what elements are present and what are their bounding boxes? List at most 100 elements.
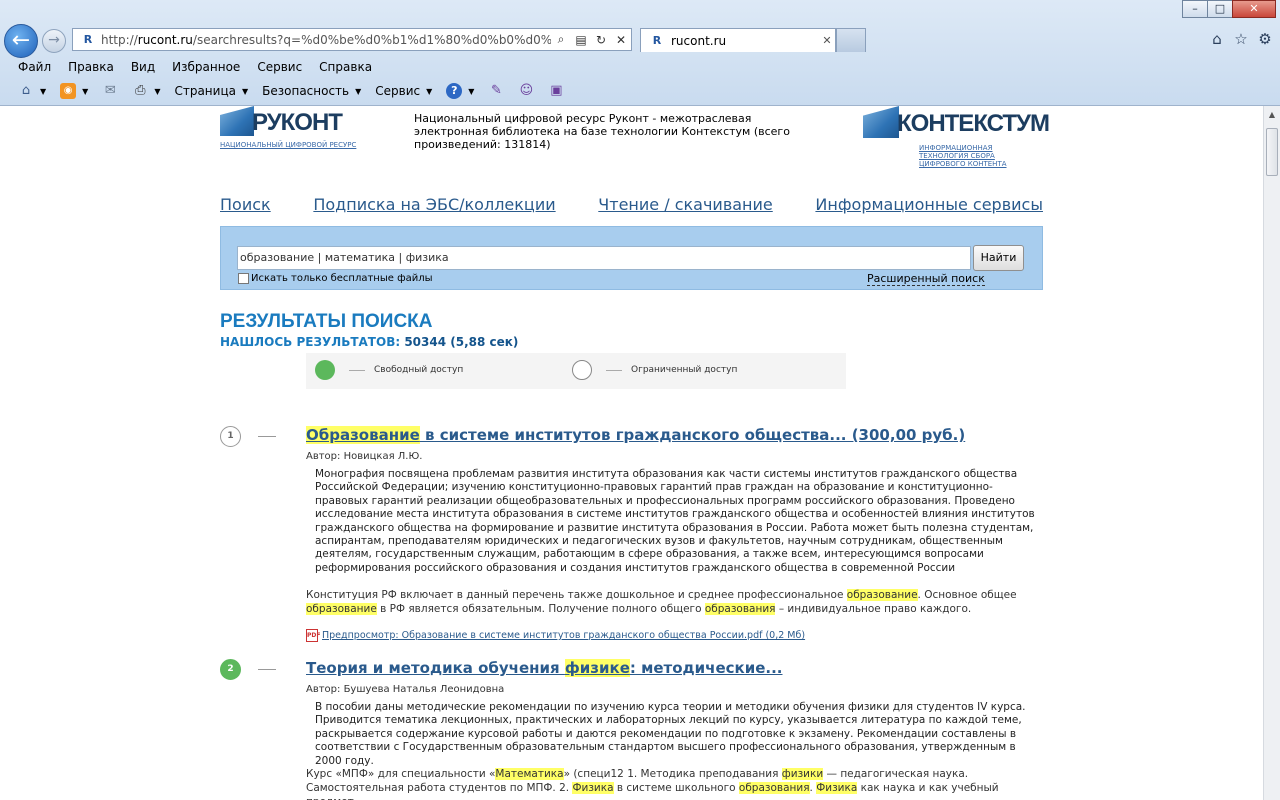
messenger-command[interactable]: ☺ <box>518 83 534 99</box>
result-title-link[interactable]: Теория и методика обучения физике: метод… <box>306 659 782 677</box>
help-command[interactable]: ? ▼ <box>446 83 474 99</box>
result-number-badge: 2 <box>220 659 241 680</box>
free-only-label: Искать только бесплатные файлы <box>251 273 433 284</box>
compat-view-icon[interactable]: ▤ <box>573 33 589 47</box>
research-icon: ✎ <box>491 83 502 98</box>
result-dash <box>258 669 276 670</box>
menu-tools[interactable]: Сервис <box>257 60 302 74</box>
free-only-checkbox[interactable] <box>238 273 249 284</box>
main-nav: Поиск Подписка на ЭБС/коллекции Чтение /… <box>220 195 1043 214</box>
new-tab-button[interactable] <box>836 28 866 52</box>
minimize-button[interactable]: – <box>1182 0 1208 18</box>
results-count-value: 50344 (5,88 сек) <box>404 335 519 349</box>
mail-icon: ✉ <box>104 83 116 98</box>
snippet-text: в системе школьного <box>613 782 739 794</box>
address-bar[interactable]: R http://rucont.ru/searchresults?q=%d0%b… <box>72 28 632 51</box>
web-page: РУКОНТ НАЦИОНАЛЬНЫЙ ЦИФРОВОЙ РЕСУРС Наци… <box>0 106 1263 800</box>
back-button[interactable]: ← <box>4 24 38 58</box>
results-count: НАШЛОСЬ РЕЗУЛЬТАТОВ: 50344 (5,88 сек) <box>220 335 518 349</box>
snippet-highlight: образования <box>738 782 810 794</box>
address-url[interactable]: http://rucont.ru/searchresults?q=%d0%be%… <box>101 33 551 47</box>
legend-restricted-label: Ограниченный доступ <box>631 365 738 375</box>
menu-edit[interactable]: Правка <box>68 60 114 74</box>
clipboard-command[interactable]: ▣ <box>548 83 564 99</box>
refresh-icon[interactable]: ↻ <box>593 33 609 47</box>
snippet-highlight: Физика <box>572 782 614 794</box>
restricted-access-dot-icon <box>572 360 592 380</box>
rucont-logo-icon <box>220 106 254 136</box>
scroll-thumb[interactable] <box>1266 128 1278 176</box>
menu-view[interactable]: Вид <box>131 60 155 74</box>
nav-search[interactable]: Поиск <box>220 195 271 214</box>
nav-info-services[interactable]: Информационные сервисы <box>815 195 1043 214</box>
vertical-scrollbar[interactable]: ▲ <box>1263 106 1280 800</box>
results-title: РЕЗУЛЬТАТЫ ПОИСКА <box>220 311 433 332</box>
result-title-link[interactable]: Образование в системе институтов граждан… <box>306 426 965 444</box>
title-highlight: Образование <box>306 426 420 444</box>
tab-close-icon[interactable]: ✕ <box>819 34 835 47</box>
snippet-highlight: Математика <box>495 768 564 780</box>
search-icon[interactable]: ⌕ <box>553 32 569 47</box>
home-command[interactable]: ⌂ ▼ <box>18 83 46 99</box>
maximize-button[interactable]: □ <box>1207 0 1233 18</box>
close-window-button[interactable]: ✕ <box>1232 0 1276 18</box>
menu-file[interactable]: Файл <box>18 60 51 74</box>
url-host: rucont.ru <box>137 32 193 47</box>
print-command[interactable]: ⎙ ▼ <box>132 83 160 99</box>
snippet-text: Конституция РФ включает в данный перечен… <box>306 589 847 601</box>
command-bar: ⌂ ▼ ◉ ▼ ✉ ⎙ ▼ Страница ▼ Безопасность ▼ Серви… <box>0 79 1280 103</box>
result-author: Автор: Новицкая Л.Ю. <box>306 451 423 462</box>
result-snippet: Конституция РФ включает в данный перечен… <box>306 588 1043 616</box>
snippet-text: » (специ12 1. Методика преподавания <box>563 768 782 780</box>
nav-reading[interactable]: Чтение / скачивание <box>598 195 772 214</box>
results-count-label: НАШЛОСЬ РЕЗУЛЬТАТОВ: <box>220 335 401 349</box>
tab-favicon-icon: R <box>652 34 662 47</box>
window-controls: – □ ✕ <box>1182 0 1276 18</box>
snippet-highlight: Физика <box>816 782 858 794</box>
url-path: /searchresults?q=%d0%be%d0%b1%d1%80%d0%b… <box>192 32 551 47</box>
tools-command[interactable]: Сервис ▼ <box>375 84 432 98</box>
nav-subscription[interactable]: Подписка на ЭБС/коллекции <box>313 195 555 214</box>
rucont-logo-subtitle[interactable]: НАЦИОНАЛЬНЫЙ ЦИФРОВОЙ РЕСУРС <box>220 141 356 149</box>
site-favicon-icon: R <box>83 32 93 46</box>
scroll-up-icon[interactable]: ▲ <box>1266 110 1278 124</box>
chevron-down-icon: ▼ <box>426 86 433 96</box>
printer-icon: ⎙ <box>135 83 146 98</box>
chevron-down-icon: ▼ <box>154 86 161 96</box>
security-command[interactable]: Безопасность ▼ <box>262 84 361 98</box>
chevron-down-icon: ▼ <box>40 86 47 96</box>
arrow-left-icon: ← <box>11 28 31 53</box>
advanced-search-link[interactable]: Расширенный поиск <box>867 273 985 286</box>
tab-rucont[interactable]: R rucont.ru ✕ <box>640 28 836 52</box>
menu-favorites[interactable]: Избранное <box>172 60 240 74</box>
contextum-logo[interactable]: КОНТЕКСТУМ ИНФОРМАЦИОННАЯ ТЕХНОЛОГИЯ СБО… <box>863 106 1050 168</box>
free-access-dot-icon <box>315 360 335 380</box>
browser-chrome: – □ ✕ ← → R http://rucont.ru/searchresul… <box>0 0 1280 106</box>
help-icon: ? <box>446 83 463 99</box>
forward-button[interactable]: → <box>42 29 66 53</box>
free-only-checkbox-row[interactable]: Искать только бесплатные файлы <box>238 273 433 284</box>
stop-icon[interactable]: ✕ <box>613 33 629 47</box>
contextum-logo-subtitle[interactable]: ИНФОРМАЦИОННАЯ ТЕХНОЛОГИЯ СБОРА ЦИФРОВОГ… <box>919 144 1043 168</box>
contextum-logo-text: КОНТЕКСТУМ <box>897 110 1050 137</box>
page-command[interactable]: Страница ▼ <box>174 84 248 98</box>
security-command-label: Безопасность <box>262 84 350 98</box>
site-intro: Национальный цифровой ресурс Руконт - ме… <box>414 112 790 151</box>
home-icon[interactable]: ⌂ <box>1208 30 1226 48</box>
gear-icon[interactable]: ⚙ <box>1256 30 1274 48</box>
search-input[interactable]: образование | математика | физика <box>237 246 971 270</box>
mail-command[interactable]: ✉ <box>102 83 118 99</box>
research-command[interactable]: ✎ <box>488 83 504 99</box>
menu-help[interactable]: Справка <box>319 60 372 74</box>
rucont-logo[interactable]: РУКОНТ НАЦИОНАЛЬНЫЙ ЦИФРОВОЙ РЕСУРС <box>220 106 360 152</box>
chevron-down-icon: ▼ <box>241 86 249 96</box>
result-preview-link[interactable]: PDF Предпросмотр: Образование в системе … <box>306 629 805 642</box>
favorites-star-icon[interactable]: ☆ <box>1232 30 1250 48</box>
feeds-command[interactable]: ◉ ▼ <box>60 83 88 99</box>
url-prefix: http:// <box>101 32 138 47</box>
preview-link-text[interactable]: Предпросмотр: Образование в системе инст… <box>322 630 805 641</box>
arrow-right-icon: → <box>48 32 60 48</box>
snippet-highlight: образование <box>306 603 377 615</box>
pdf-icon: PDF <box>306 629 320 642</box>
search-button[interactable]: Найти <box>973 245 1024 271</box>
